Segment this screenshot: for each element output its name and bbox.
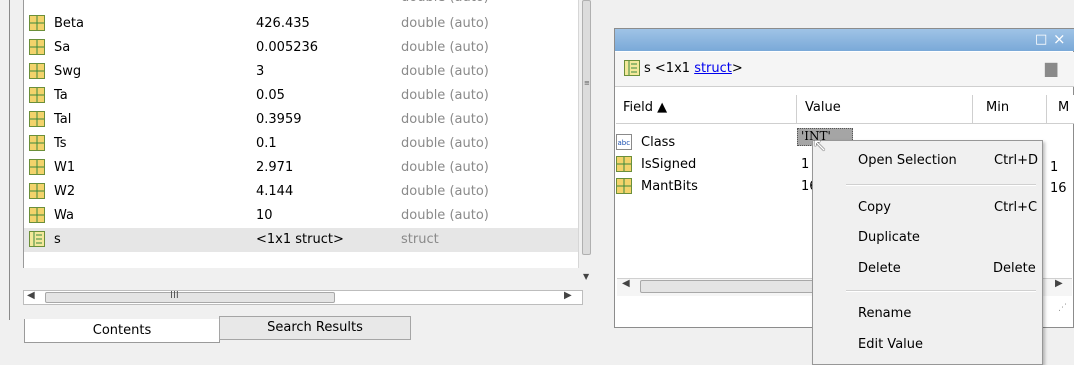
path-suffix: > [731, 61, 743, 76]
table-row[interactable]: W2 4.144 double (auto) [24, 180, 579, 204]
scroll-down-arrow-icon[interactable]: ▼ [583, 272, 593, 282]
variable-value: 2.971 [256, 160, 294, 175]
matrix-icon [616, 178, 632, 194]
variable-value: 0.05 [256, 88, 285, 103]
variable-class: double (auto) [401, 136, 489, 151]
variable-name: Beta [54, 16, 84, 31]
matrix-icon [29, 183, 45, 199]
variable-value: 426.435 [256, 16, 310, 31]
column-header-min[interactable]: Min [986, 100, 1009, 115]
struct-icon [624, 60, 640, 76]
mouse-cursor-icon: ↖ [812, 135, 828, 156]
menu-item-open-selection[interactable]: Open Selection Ctrl+D [813, 149, 1042, 173]
table-row[interactable]: Sa 0.005236 double (auto) [24, 36, 579, 60]
variable-name: Ts [54, 136, 67, 151]
variable-value: 3 [256, 64, 265, 79]
variable-class: double (auto) [401, 208, 489, 223]
scroll-right-arrow-icon[interactable]: ▶ [1055, 278, 1063, 289]
vertical-scroll-thumb[interactable] [582, 0, 591, 255]
menu-item-edit-value[interactable]: Edit Value [813, 333, 1042, 357]
variable-name: W1 [54, 160, 76, 175]
variable-class: double (auto) [401, 16, 489, 31]
menu-item-copy[interactable]: Copy Ctrl+C [813, 196, 1042, 220]
scroll-grip-icon: ≡ [584, 79, 590, 87]
variable-class: double (auto) [401, 88, 489, 103]
panel-border [9, 0, 10, 320]
issigned-max-value: 1 [1050, 160, 1059, 175]
variable-value: 4.144 [256, 184, 294, 199]
mantbits-max-value: 16 [1050, 181, 1067, 196]
text-abc-icon: abc [616, 134, 632, 150]
variable-class: double (auto) [401, 184, 489, 199]
struct-link[interactable]: struct [694, 61, 732, 76]
scroll-grip-icon: III [170, 290, 179, 301]
variable-name: Wa [54, 208, 74, 223]
table-row-partial: double (auto) [24, 0, 579, 12]
matrix-icon [29, 135, 45, 151]
matrix-icon [29, 159, 45, 175]
dock-icon[interactable]: ▆ [1045, 58, 1065, 78]
table-row[interactable]: Swg 3 double (auto) [24, 60, 579, 84]
window-title-bar[interactable] [615, 29, 1074, 51]
tab-search-results[interactable]: Search Results [219, 316, 411, 340]
variable-class: struct [401, 232, 439, 247]
workspace-table[interactable]: double (auto) Beta426.435double (auto)Sa… [23, 0, 579, 268]
variable-name: Ta [54, 88, 68, 103]
matrix-icon [29, 15, 45, 31]
path-prefix: s <1x1 [644, 61, 691, 76]
column-header-value[interactable]: Value [805, 100, 841, 115]
variable-value: 10 [256, 208, 273, 223]
resize-grip-icon[interactable]: ⋰ [1058, 303, 1067, 313]
column-divider[interactable] [972, 95, 973, 123]
table-row[interactable]: Wa 10 double (auto) [24, 204, 579, 228]
variable-name: Swg [54, 64, 82, 79]
matrix-icon [616, 156, 632, 172]
table-row[interactable]: Ta 0.05 double (auto) [24, 84, 579, 108]
matrix-icon [29, 39, 45, 55]
column-divider[interactable] [796, 95, 797, 123]
variable-value: 0.3959 [256, 112, 302, 127]
issigned-value: 1 [801, 157, 810, 172]
matrix-icon [29, 111, 45, 127]
column-divider[interactable] [1046, 95, 1047, 123]
editor-horizontal-scroll-thumb[interactable] [640, 280, 815, 293]
matrix-icon [29, 207, 45, 223]
horizontal-scroll-thumb[interactable] [45, 292, 335, 303]
menu-separator [846, 290, 1036, 292]
scroll-left-arrow-icon[interactable]: ◀ [27, 290, 35, 301]
table-row[interactable]: Beta 426.435 double (auto) [24, 12, 579, 36]
struct-icon [29, 231, 45, 247]
close-icon[interactable]: × [1053, 30, 1066, 48]
variable-name: s [54, 232, 61, 247]
table-row[interactable]: W1 2.971 double (auto) [24, 156, 579, 180]
variable-class: double (auto) [401, 64, 489, 79]
column-header-max[interactable]: M [1058, 100, 1069, 115]
scroll-right-arrow-icon[interactable]: ▶ [564, 290, 572, 301]
table-row[interactable]: s <1x1 struct> struct [24, 228, 579, 252]
variable-class: double (auto) [401, 160, 489, 175]
matrix-icon [29, 63, 45, 79]
menu-item-delete[interactable]: Delete Delete [813, 257, 1042, 281]
table-row[interactable]: Tal 0.3959 double (auto) [24, 108, 579, 132]
variable-value: <1x1 struct> [256, 232, 344, 247]
variable-name: Tal [54, 112, 72, 127]
variable-path: s <1x1 struct> [644, 61, 743, 76]
scroll-left-arrow-icon[interactable]: ◀ [622, 278, 630, 289]
matrix-icon [29, 87, 45, 103]
context-menu [812, 140, 1043, 365]
menu-item-duplicate[interactable]: Duplicate [813, 226, 1042, 250]
variable-name: W2 [54, 184, 76, 199]
svg-text:abc: abc [618, 139, 631, 147]
menu-separator [846, 184, 1036, 186]
variable-name: Sa [54, 40, 71, 55]
table-row[interactable]: Ts 0.1 double (auto) [24, 132, 579, 156]
menu-item-rename[interactable]: Rename [813, 302, 1042, 326]
tab-contents[interactable]: Contents [24, 319, 220, 343]
variable-value: 0.005236 [256, 40, 319, 55]
variable-value: 0.1 [256, 136, 277, 151]
maximize-icon[interactable]: □ [1035, 32, 1047, 47]
variable-class: double (auto) [401, 112, 489, 127]
column-header-field[interactable]: Field ▲ [623, 100, 667, 115]
variable-class: double (auto) [401, 40, 489, 55]
